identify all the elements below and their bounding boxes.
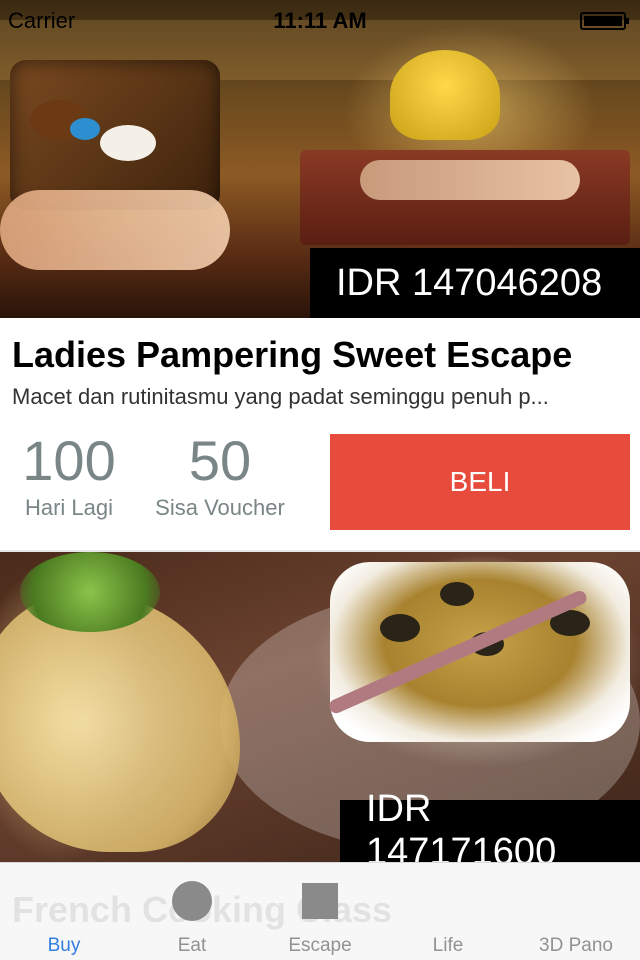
image-detail [0,190,230,270]
price-tag: IDR 147046208 [310,248,640,318]
deal-title[interactable]: Ladies Pampering Sweet Escape [12,334,572,376]
image-detail [0,592,240,852]
buy-button[interactable]: BELI [330,434,630,530]
tab-life[interactable]: Life [384,863,512,960]
tab-3d-pano[interactable]: 3D Pano [512,863,640,960]
deal-description: Macet dan rutinitasmu yang padat semingg… [12,384,549,409]
tab-label: 3D Pano [539,935,613,956]
tab-bar: French Cooking Class Buy Eat Escape Life… [0,862,640,960]
image-detail [70,118,100,140]
tab-label: Escape [288,935,352,956]
battery-icon [580,12,629,30]
status-bar: Carrier 11:11 AM [0,0,640,40]
image-detail [360,160,580,200]
image-detail [100,125,156,161]
tab-escape[interactable]: Escape [256,863,384,960]
vouchers-left-label: Sisa Voucher [155,495,285,520]
tab-label: Life [432,935,464,956]
image-detail [20,552,160,632]
square-icon [302,883,338,919]
tab-buy[interactable]: Buy [0,863,128,960]
image-detail [380,614,420,642]
status-time: 11:11 AM [273,8,367,33]
circle-icon [172,881,212,921]
tab-label: Buy [47,935,81,956]
tab-eat[interactable]: Eat [128,863,256,960]
image-detail [390,50,500,140]
tab-label: Eat [177,935,207,956]
price-tag: IDR 147171600 [340,788,640,873]
days-left-count: 100 [22,429,116,492]
vouchers-left-count: 50 [188,429,252,492]
days-left-label: Hari Lagi [24,495,114,520]
image-detail [440,582,474,606]
